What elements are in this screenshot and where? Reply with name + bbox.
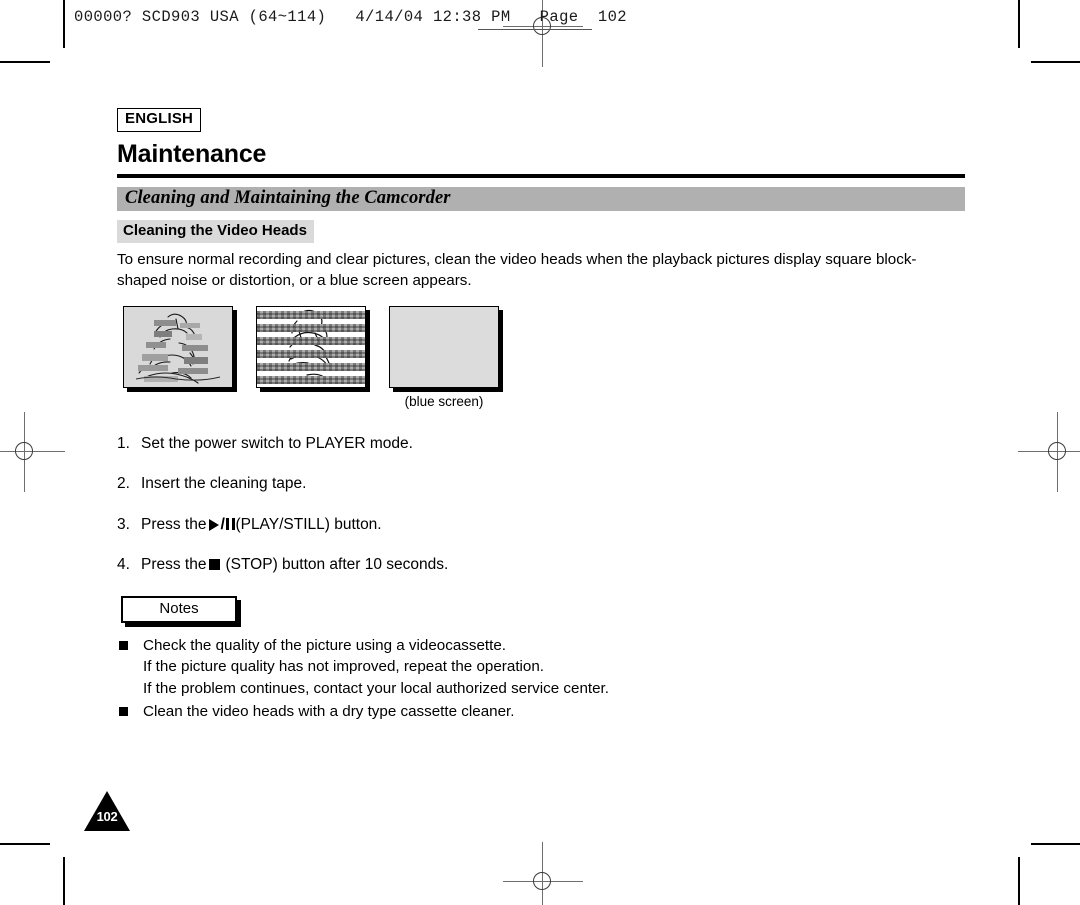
step-number: 2. [117, 475, 130, 493]
step-text: Press the [141, 556, 207, 574]
step-item: 1. Set the power switch to PLAYER mode. [117, 434, 965, 453]
crop-mark-bottom-right-horizontal [1031, 843, 1080, 845]
stop-icon [209, 559, 221, 571]
crop-mark-top-left-vertical [63, 0, 65, 48]
language-badge: ENGLISH [117, 108, 202, 132]
figure-caption-blue-screen: (blue screen) [404, 393, 484, 409]
note-line: Check the quality of the picture using a… [143, 636, 507, 654]
document-page: 00000? SCD903 USA (64~114) 4/14/04 12:38… [0, 0, 1080, 905]
note-item: Check the quality of the picture using a… [117, 635, 965, 700]
step-item: 3. Press the / (PLAY/STILL) button. [117, 514, 965, 534]
content-column: ENGLISH Maintenance Cleaning and Maintai… [117, 108, 965, 723]
step-number: 3. [117, 515, 130, 533]
notes-tab-label: Notes [121, 595, 237, 623]
crop-mark-bottom-left-horizontal [0, 843, 50, 845]
step-text-suffix: (STOP) button after 10 seconds. [225, 556, 449, 574]
square-bullet-icon [117, 701, 143, 716]
page-number: 102 [96, 809, 118, 824]
figure-blue-screen [389, 305, 499, 388]
step-list: 1. Set the power switch to PLAYER mode. … [117, 434, 965, 575]
figure-scanline-noise [256, 305, 366, 388]
section-bar-label: Cleaning and Maintaining the Camcorder [125, 188, 451, 209]
registration-mark-bottom [503, 842, 583, 905]
step-number: 1. [117, 434, 130, 452]
registration-mark-right [1018, 412, 1080, 492]
step-text: Press the [141, 515, 207, 533]
notes-block: Notes Check the quality of the picture u… [117, 595, 965, 722]
crop-mark-top-right-vertical [1018, 0, 1020, 48]
figure-block-noise-art [124, 306, 232, 387]
intro-paragraph: To ensure normal recording and clear pic… [117, 250, 917, 289]
note-line: Clean the video heads with a dry type ca… [143, 702, 515, 720]
step-text-suffix: (PLAY/STILL) button. [235, 515, 382, 533]
subsection-heading: Cleaning the Video Heads [117, 219, 314, 243]
step-item: 4. Press the (STOP) button after 10 seco… [117, 555, 965, 574]
prepress-slug: 00000? SCD903 USA (64~114) 4/14/04 12:38… [74, 8, 627, 26]
distorted-picture-icon [124, 306, 232, 387]
prepress-slug-rule [478, 29, 592, 30]
figure-block-noise [123, 305, 233, 388]
registration-mark-left [0, 412, 65, 492]
note-line: If the picture quality has not improved,… [143, 658, 545, 676]
note-text: Clean the video heads with a dry type ca… [143, 701, 514, 723]
crop-mark-top-right-horizontal [1031, 61, 1080, 63]
notes-list: Check the quality of the picture using a… [117, 635, 965, 722]
note-line: If the problem continues, contact your l… [143, 679, 609, 697]
crop-mark-bottom-left-vertical [63, 857, 65, 905]
figure-scanline-noise-art [257, 306, 365, 387]
crop-mark-bottom-right-vertical [1018, 857, 1020, 905]
step-text: Set the power switch to PLAYER mode. [141, 434, 413, 452]
page-title: Maintenance [117, 139, 267, 168]
page-number-badge: 102 [84, 791, 130, 831]
note-item: Clean the video heads with a dry type ca… [117, 701, 965, 723]
play-still-icon: / [209, 515, 236, 535]
title-rule [117, 173, 965, 178]
step-item: 2. Insert the cleaning tape. [117, 474, 965, 493]
step-text: Insert the cleaning tape. [141, 475, 307, 493]
square-bullet-icon [117, 635, 143, 650]
figure-strip: (blue screen) [117, 305, 965, 416]
note-text: Check the quality of the picture using a… [143, 635, 609, 700]
section-bar: Cleaning and Maintaining the Camcorder [117, 186, 965, 211]
step-number: 4. [117, 556, 130, 574]
crop-mark-top-left-horizontal [0, 61, 50, 63]
